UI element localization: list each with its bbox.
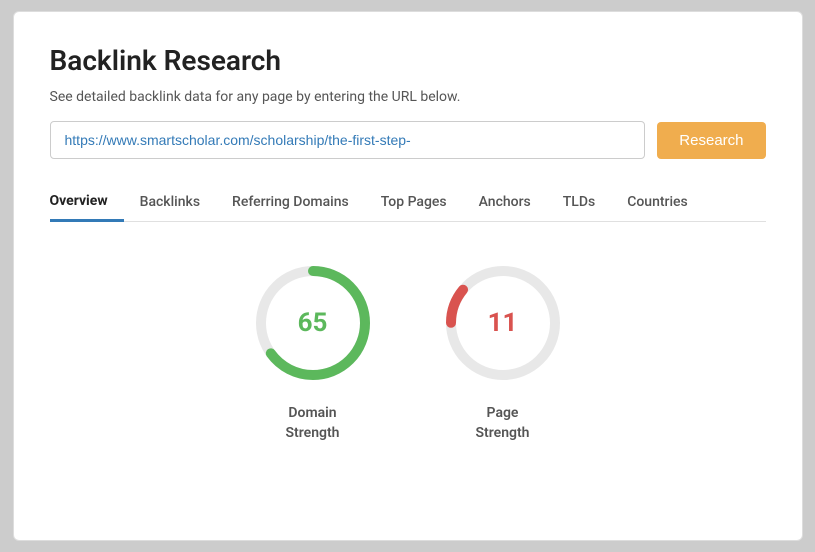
domain-strength-label: DomainStrength [286, 404, 340, 443]
page-title: Backlink Research [50, 44, 766, 77]
tab-top-pages[interactable]: Top Pages [365, 184, 463, 220]
page-strength-donut: 11 [438, 258, 568, 388]
domain-strength-donut: 65 [248, 258, 378, 388]
page-strength-label: PageStrength [476, 404, 530, 443]
url-input[interactable] [50, 121, 646, 159]
tab-anchors[interactable]: Anchors [463, 184, 547, 220]
research-button[interactable]: Research [657, 122, 765, 159]
tab-tlds[interactable]: TLDs [547, 184, 611, 220]
tab-referring-domains[interactable]: Referring Domains [216, 184, 365, 220]
domain-strength-value: 65 [298, 308, 328, 338]
page-strength-value: 11 [488, 308, 518, 338]
tab-countries[interactable]: Countries [611, 184, 704, 220]
metrics-row: 65 DomainStrength 11 PageStrength [50, 258, 766, 443]
tabs-nav: Overview Backlinks Referring Domains Top… [50, 183, 766, 222]
tab-backlinks[interactable]: Backlinks [124, 184, 216, 220]
search-row: Research [50, 121, 766, 159]
domain-strength-metric: 65 DomainStrength [248, 258, 378, 443]
main-card: Backlink Research See detailed backlink … [13, 11, 803, 541]
page-strength-metric: 11 PageStrength [438, 258, 568, 443]
subtitle: See detailed backlink data for any page … [50, 89, 766, 105]
tab-overview[interactable]: Overview [50, 183, 124, 222]
